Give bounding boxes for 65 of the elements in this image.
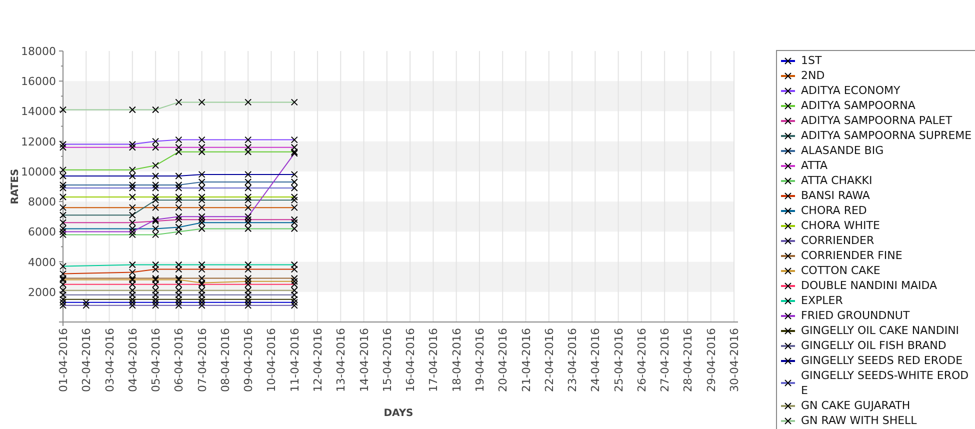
- x-tick-label: 07-04-2016: [196, 328, 209, 392]
- x-tick-label: 22-04-2016: [542, 328, 556, 392]
- legend-label: GINGELLY SEEDS-WHITE ERODE: [801, 368, 970, 398]
- x-tick-label: 11-04-2016: [288, 328, 302, 392]
- x-tick-label: 16-04-2016: [404, 328, 418, 392]
- x-tick-label: 12-04-2016: [312, 328, 325, 392]
- x-tick-label: 26-04-2016: [635, 328, 648, 392]
- legend-label: CHORA WHITE: [801, 218, 881, 233]
- x-tick-label: 17-04-2016: [427, 328, 440, 392]
- legend-label: ALASANDE BIG: [801, 143, 885, 158]
- y-tick-label: 10000: [21, 165, 56, 178]
- legend-label: CORRIENDER FINE: [801, 248, 904, 263]
- legend-label: GINGELLY SEEDS RED ERODE: [801, 353, 964, 368]
- x-tick-label: 29-04-2016: [704, 328, 718, 392]
- y-tick-label: 8000: [28, 196, 56, 209]
- x-tick-label: 23-04-2016: [566, 328, 580, 392]
- x-tick-label: 24-04-2016: [589, 328, 602, 392]
- y-tick-label: 14000: [21, 105, 56, 118]
- y-axis-title: RATES: [10, 168, 21, 204]
- x-tick-label: 25-04-2016: [612, 328, 626, 392]
- x-tick-label: 02-04-2016: [80, 328, 94, 392]
- x-tick-label: 13-04-2016: [334, 328, 348, 392]
- legend-label: BANSI RAWA: [801, 188, 871, 203]
- legend-label: CHORA RED: [801, 203, 868, 218]
- y-tick-label: 6000: [28, 226, 56, 239]
- legend-label: EXPLER: [801, 293, 844, 308]
- x-axis-title: DAYS: [384, 408, 414, 419]
- legend-label: 1ST: [801, 53, 823, 68]
- legend-label: 2ND: [801, 68, 826, 83]
- legend-label: GN RAW WITH SHELL: [801, 413, 918, 428]
- x-tick-label: 05-04-2016: [150, 328, 163, 392]
- x-tick-label: 04-04-2016: [126, 328, 140, 392]
- x-tick-label: 01-04-2016: [57, 328, 70, 392]
- legend-label: GINGELLY OIL FISH BRAND: [801, 338, 948, 353]
- legend-label: ADITYA SAMPOORNA SUPREME: [801, 128, 973, 143]
- x-tick-label: 28-04-2016: [682, 328, 695, 392]
- legend-label: GN CAKE GUJARATH: [801, 398, 912, 413]
- y-tick-label: 16000: [21, 75, 56, 88]
- y-tick-label: 2000: [28, 286, 56, 299]
- x-tick-label: 09-04-2016: [242, 328, 256, 392]
- legend-label: CORRIENDER: [801, 233, 876, 248]
- y-tick-label: 4000: [28, 256, 56, 269]
- x-tick-label: 08-04-2016: [218, 328, 232, 392]
- legend-label: DOUBLE NANDINI MAIDA: [801, 278, 938, 293]
- x-tick-label: 19-04-2016: [473, 328, 486, 392]
- x-tick-label: 06-04-2016: [172, 328, 186, 392]
- x-tick-label: 18-04-2016: [450, 328, 464, 392]
- x-tick-label: 20-04-2016: [496, 328, 510, 392]
- x-tick-label: 15-04-2016: [380, 328, 394, 392]
- x-tick-label: 27-04-2016: [658, 328, 672, 392]
- legend-label: ATTA CHAKKI: [801, 173, 874, 188]
- x-tick-label: 14-04-2016: [358, 328, 371, 392]
- y-tick-label: 12000: [21, 135, 56, 148]
- legend-label: ADITYA SAMPOORNA: [801, 98, 916, 113]
- legend-label: COTTON CAKE: [801, 263, 882, 278]
- x-tick-label: 10-04-2016: [265, 328, 278, 392]
- x-tick-label: 03-04-2016: [103, 328, 116, 392]
- legend-label: ATTA: [801, 158, 829, 173]
- legend-label: FRIED GROUNDNUT: [801, 308, 911, 323]
- legend-label: ADITYA SAMPOORNA PALET: [801, 113, 954, 128]
- y-tick-label: 18000: [21, 45, 56, 58]
- x-tick-label: 30-04-2016: [728, 328, 741, 392]
- x-tick-label: 21-04-2016: [520, 328, 533, 392]
- legend-label: ADITYA ECONOMY: [801, 83, 902, 98]
- legend-label: GINGELLY OIL CAKE NANDINI: [801, 323, 960, 338]
